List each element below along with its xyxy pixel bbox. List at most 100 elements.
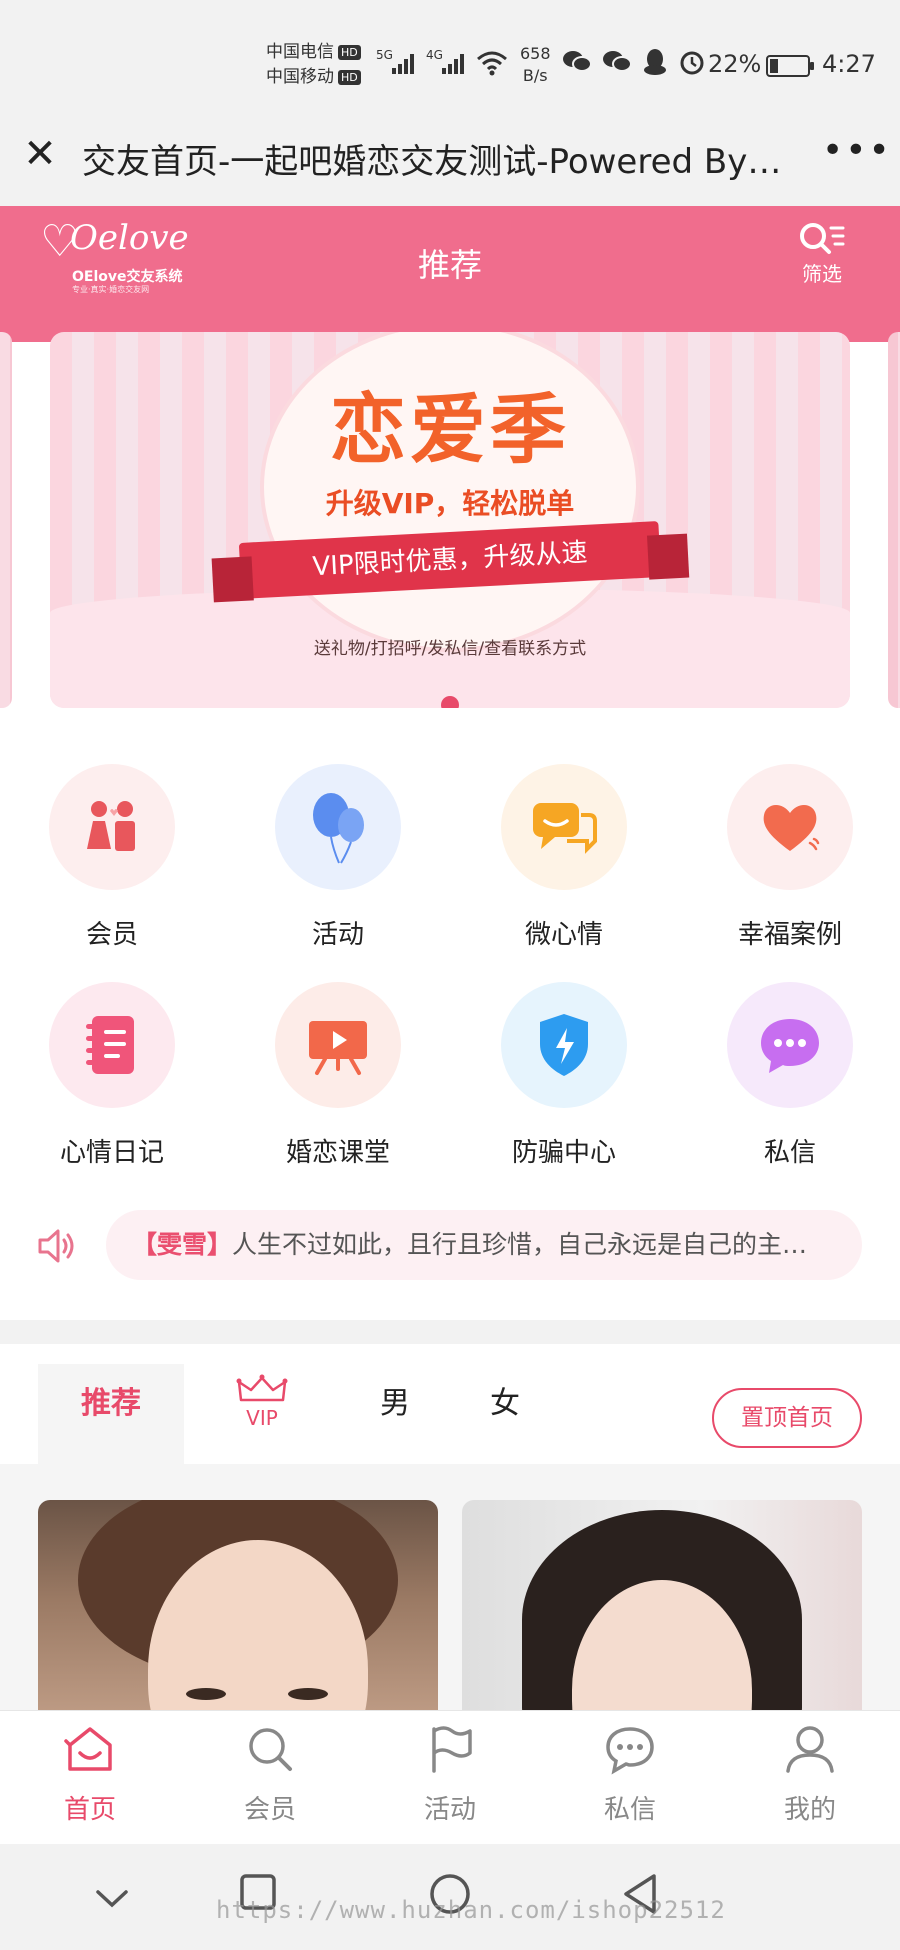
logo-brand: OElove交友系统: [72, 269, 183, 285]
header-title: 推荐: [417, 246, 482, 284]
member-card-list: [0, 1464, 900, 1750]
banner-subtitle: 升级VIP，轻松脱单: [325, 487, 575, 520]
nav-label: 首页: [63, 1795, 116, 1825]
feature-menu: 会员 活动 微心情 幸福案例 心情日记 婚恋课堂 防骗中心 私信 【雯雪】人生不…: [0, 722, 900, 1320]
bottom-nav: 首页 会员 活动 私信 我的: [0, 1710, 900, 1844]
nav-messages[interactable]: 私信: [560, 1723, 700, 1826]
wechat-icon: [563, 51, 592, 72]
app-header: ♡ Oelove OElove交友系统 专业·真实·婚恋交友网 推荐 筛选: [0, 206, 900, 302]
menu-item-classroom[interactable]: 婚恋课堂: [248, 982, 428, 1172]
chevron-down-icon[interactable]: [94, 1888, 130, 1910]
logo-script: Oelove: [70, 218, 189, 258]
menu-item-members[interactable]: 会员: [22, 764, 202, 954]
speed-unit: B/s: [522, 66, 548, 85]
signal-bars-icon: [442, 50, 464, 74]
wechat-icon: [603, 51, 632, 72]
more-icon[interactable]: •••: [822, 130, 892, 171]
notice-text: 【雯雪】人生不过如此，且行且珍惜，自己永远是自己的主…: [106, 1210, 862, 1280]
carousel-dot[interactable]: [441, 696, 459, 708]
wifi-icon: [477, 51, 507, 76]
tab-recommend[interactable]: 推荐: [38, 1364, 184, 1464]
nav-label: 会员: [243, 1795, 296, 1825]
pin-to-top-button[interactable]: 置顶首页: [712, 1388, 862, 1448]
carrier-info: 中国电信 HD 中国移动 HD: [266, 40, 361, 90]
search-icon: [249, 1728, 292, 1771]
watermark: https://www.huzhan.com/ishop22512: [216, 1896, 726, 1924]
banner-carousel: 恋爱季 升级VIP，轻松脱单 VIP限时优惠，升级从速 送礼物/打招呼/发私信/…: [0, 302, 900, 722]
nav-home[interactable]: 首页: [20, 1723, 160, 1826]
notice-bar[interactable]: 【雯雪】人生不过如此，且行且珍惜，自己永远是自己的主…: [28, 1210, 872, 1280]
speed-value: 658: [520, 44, 551, 63]
alarm-icon: [680, 51, 704, 75]
menu-item-messages[interactable]: 私信: [700, 982, 880, 1172]
nav-profile[interactable]: 我的: [740, 1723, 880, 1826]
qq-icon: [644, 49, 666, 75]
carrier-2: 中国移动: [266, 67, 334, 87]
message-icon: [727, 982, 853, 1108]
signal-4g-label: 4G: [426, 48, 443, 62]
nav-members[interactable]: 会员: [200, 1723, 340, 1826]
speaker-icon: [38, 1229, 74, 1263]
status-bar: 中国电信 HD 中国移动 HD 5G 4G 658 B/s 22% 4:27: [0, 0, 900, 100]
notification-icons: [562, 48, 706, 76]
menu-label: 私信: [763, 1138, 816, 1168]
menu-item-anti-fraud[interactable]: 防骗中心: [474, 982, 654, 1172]
logo-tagline: 专业·真实·婚恋交友网: [72, 285, 150, 294]
chat-icon: [606, 1727, 654, 1775]
carrier-1: 中国电信: [266, 42, 334, 62]
tab-vip-label: VIP: [246, 1406, 278, 1430]
classroom-icon: [275, 982, 401, 1108]
filter-search-icon: [800, 223, 845, 254]
home-icon: [64, 1727, 112, 1771]
menu-label: 婚恋课堂: [285, 1138, 390, 1168]
eye: [186, 1688, 226, 1700]
balloon-icon: [275, 764, 401, 890]
diary-icon: [49, 982, 175, 1108]
page-title: 交友首页-一起吧婚恋交友测试-Powered By…: [82, 142, 782, 182]
banner-title: 恋爱季: [330, 385, 570, 474]
close-icon[interactable]: ✕: [20, 134, 60, 176]
menu-label: 微心情: [524, 920, 603, 950]
menu-item-activities[interactable]: 活动: [248, 764, 428, 954]
menu-label: 心情日记: [59, 1138, 164, 1168]
hd-badge: HD: [338, 69, 361, 85]
signal-5g-label: 5G: [376, 48, 393, 62]
member-tabs: 推荐 VIP 男 女 置顶首页: [0, 1344, 900, 1464]
notice-user: 【雯雪】: [132, 1230, 233, 1259]
couple-icon: [49, 764, 175, 890]
menu-item-success-stories[interactable]: 幸福案例: [700, 764, 880, 954]
battery-icon: [766, 55, 814, 77]
filter-button[interactable]: 筛选: [790, 220, 854, 294]
menu-item-moods[interactable]: 微心情: [474, 764, 654, 954]
logo[interactable]: ♡ Oelove OElove交友系统 专业·真实·婚恋交友网: [40, 218, 210, 298]
nav-label: 活动: [423, 1795, 476, 1825]
notice-message: 人生不过如此，且行且珍惜，自己永远是自己的主…: [232, 1230, 808, 1259]
browser-title-bar: ✕ 交友首页-一起吧婚恋交友测试-Powered By… •••: [0, 100, 900, 206]
banner-next-peek[interactable]: [888, 332, 900, 708]
menu-label: 防骗中心: [511, 1138, 616, 1168]
chat-bubble-icon: [501, 764, 627, 890]
nav-activities[interactable]: 活动: [380, 1723, 520, 1826]
menu-label: 会员: [85, 920, 138, 950]
nav-label: 私信: [603, 1795, 656, 1825]
network-speed: 658 B/s: [520, 43, 551, 87]
clock: 4:27: [822, 50, 876, 78]
shield-icon: [501, 982, 627, 1108]
nav-label: 我的: [783, 1795, 836, 1825]
menu-label: 活动: [311, 920, 364, 950]
menu-item-diary[interactable]: 心情日记: [22, 982, 202, 1172]
hd-badge: HD: [338, 44, 361, 60]
menu-label: 幸福案例: [737, 920, 842, 950]
tab-female[interactable]: 女: [470, 1364, 540, 1464]
filter-label: 筛选: [802, 262, 842, 286]
banner-prev-peek[interactable]: [0, 332, 12, 708]
banner-slide[interactable]: 恋爱季 升级VIP，轻松脱单 VIP限时优惠，升级从速 送礼物/打招呼/发私信/…: [50, 332, 850, 708]
eye: [288, 1688, 328, 1700]
tab-vip[interactable]: VIP: [222, 1364, 302, 1464]
heart-icon: [727, 764, 853, 890]
battery-percent: 22%: [708, 50, 762, 78]
crown-icon: [236, 1374, 288, 1402]
signal-bars-icon: [392, 50, 414, 74]
tab-male[interactable]: 男: [360, 1364, 430, 1464]
banner-features: 送礼物/打招呼/发私信/查看联系方式: [313, 639, 587, 659]
